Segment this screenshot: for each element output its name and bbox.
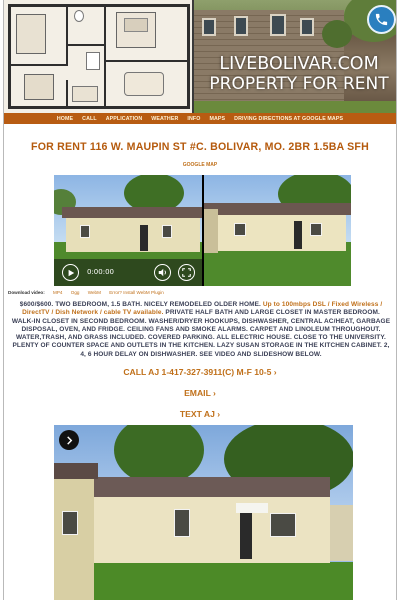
call-link[interactable]: CALL AJ 1-417-327-3911(C) M-F 10-5 › <box>4 367 396 377</box>
brand-line-1: LIVEBOLIVAR.COM <box>219 54 379 74</box>
nav-call[interactable]: CALL <box>82 116 97 122</box>
google-map-link[interactable]: GOOGLE MAP <box>4 162 396 168</box>
nav-application[interactable]: APPLICATION <box>106 116 143 122</box>
nav-maps[interactable]: MAPS <box>209 116 225 122</box>
header-banner: LIVEBOLIVAR.COM PROPERTY FOR RENT <box>4 0 396 113</box>
listing-description: $600/$600. TWO BEDROOM, 1.5 BATH. NICELY… <box>11 301 391 359</box>
nav-driving-directions[interactable]: DRIVING DIRECTIONS AT GOOGLE MAPS <box>234 116 343 122</box>
nav-home[interactable]: HOME <box>57 116 73 122</box>
description-price: $600/$600. TWO BEDROOM, 1.5 BATH. NICELY… <box>19 301 263 308</box>
text-link[interactable]: TEXT AJ › <box>4 409 396 419</box>
video-frame-right <box>204 175 351 286</box>
slideshow-photo[interactable] <box>54 425 353 600</box>
video-time: 0:00:00 <box>87 268 114 276</box>
video-player[interactable]: 0:00:00 <box>54 175 351 286</box>
phone-icon[interactable] <box>367 5 396 34</box>
nav-weather[interactable]: WEATHER <box>151 116 178 122</box>
brand-line-2: PROPERTY FOR RENT <box>209 74 389 94</box>
description-features: PRIVATE HALF BATH AND LARGE CLOSET IN MA… <box>11 309 391 358</box>
download-label: Download video: <box>8 290 45 295</box>
chevron-right-icon[interactable] <box>59 430 79 450</box>
floor-plan-image <box>4 0 194 113</box>
webm-plugin-link[interactable]: Error? Install WebM Plugin <box>109 290 164 295</box>
fullscreen-icon[interactable] <box>178 264 195 281</box>
nav-info[interactable]: INFO <box>187 116 200 122</box>
play-icon[interactable] <box>62 264 79 281</box>
email-link[interactable]: EMAIL › <box>4 388 396 398</box>
video-controls: 0:00:00 <box>54 259 202 286</box>
download-ogg[interactable]: Ogg <box>71 290 80 295</box>
download-links: Download video: MP4 Ogg WebM Error? Inst… <box>8 290 392 295</box>
main-nav: HOME CALL APPLICATION WEATHER INFO MAPS … <box>4 113 396 124</box>
download-webm[interactable]: WebM <box>88 290 101 295</box>
page-frame: LIVEBOLIVAR.COM PROPERTY FOR RENT HOME C… <box>3 0 397 600</box>
listing-title: FOR RENT 116 W. MAUPIN ST #C. BOLIVAR, M… <box>31 141 369 153</box>
download-mp4[interactable]: MP4 <box>53 290 62 295</box>
brand-title: LIVEBOLIVAR.COM PROPERTY FOR RENT <box>202 54 396 94</box>
volume-icon[interactable] <box>154 264 171 281</box>
